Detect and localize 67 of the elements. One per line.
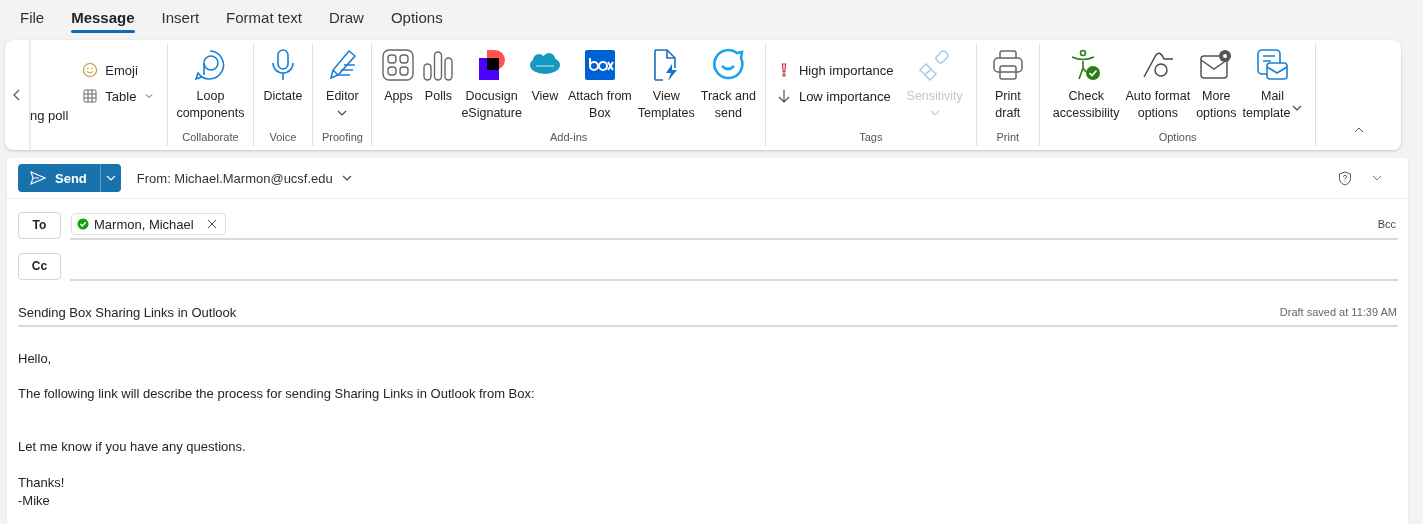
envelope-gear-icon	[1199, 48, 1234, 82]
cc-button[interactable]: Cc	[18, 252, 61, 280]
group-label: Add-ins	[549, 131, 589, 145]
ribbon-button[interactable]: Low importance	[773, 85, 896, 107]
body-text: Hello,	[18, 350, 53, 368]
caret-icon	[341, 175, 352, 181]
chevron-up-icon	[1353, 127, 1364, 133]
ribbon-tab[interactable]: Options	[378, 3, 455, 33]
apps-icon	[381, 48, 416, 82]
send-split-button[interactable]: Send	[18, 164, 121, 192]
to-button[interactable]: To	[18, 211, 61, 239]
ribbon-button[interactable]: View Templates	[634, 44, 698, 122]
ribbon-button[interactable]: Apps	[378, 44, 419, 105]
ribbon-button[interactable]: Attach from Box	[564, 44, 635, 122]
ribbon-button[interactable]: Check accessibility	[1049, 44, 1123, 122]
ribbon-button[interactable]: Docusign eSignature	[458, 44, 525, 122]
ribbon-button[interactable]: Track and send	[697, 44, 759, 122]
ribbon-button[interactable]: Mail template	[1239, 44, 1306, 122]
ribbon-tab[interactable]: File	[8, 3, 57, 33]
smiley-icon	[82, 62, 99, 78]
ribbon-tab[interactable]: Message	[59, 3, 147, 33]
ribbon-tab[interactable]: Insert	[149, 3, 212, 33]
bars-icon	[421, 48, 456, 82]
recipient-name: Marmon, Michael	[94, 216, 194, 232]
send-button[interactable]: Send	[18, 164, 100, 192]
brush-icon	[917, 48, 952, 82]
ribbon-button[interactable]: View	[524, 44, 565, 105]
ribbon-button[interactable]: More options	[1193, 44, 1240, 122]
printer-icon	[990, 48, 1025, 82]
group-label: Collaborate	[181, 131, 240, 145]
ribbon-button[interactable]: Dictate	[255, 44, 311, 105]
to-field[interactable]: Marmon, Michael Bcc	[70, 210, 1398, 240]
shield-help-icon[interactable]	[1338, 170, 1352, 186]
body-text: The following link will describe the process for sending Sharing Links in Outlook from Box:	[18, 385, 536, 404]
ribbon-button[interactable]: Auto format options	[1122, 44, 1194, 122]
ribbon-button-label[interactable]: ng poll	[30, 108, 69, 123]
body-text: Thanks!	[18, 473, 66, 492]
group-label: Proofing	[320, 131, 364, 145]
ribbon-button[interactable]: Print draft	[978, 44, 1037, 122]
ribbon-button[interactable]: Table	[80, 85, 156, 107]
group-label: Voice	[268, 131, 298, 145]
caret-icon[interactable]	[1372, 175, 1382, 181]
ribbon-button[interactable]: Loop components	[170, 44, 251, 122]
group-label: Print	[995, 131, 1021, 145]
table-icon	[82, 88, 99, 104]
box-logo-icon	[582, 48, 617, 82]
close-icon[interactable]	[206, 219, 217, 229]
body-text: Let me know if you have any questions.	[18, 438, 247, 457]
ribbon-button[interactable]: High importance	[773, 59, 896, 81]
subject-field[interactable]: Sending Box Sharing Links in Outlook Draft saved at 11:39 AM	[18, 299, 1398, 327]
ribbon-button[interactable]: Editor	[315, 44, 370, 116]
body-text: -Mike	[18, 491, 51, 510]
bcc-link[interactable]: Bcc	[1377, 218, 1396, 230]
chevron-left-icon	[13, 89, 21, 101]
subject-text: Sending Box Sharing Links in Outlook	[18, 304, 238, 320]
caret-icon	[105, 175, 116, 181]
draft-status: Draft saved at 11:39 AM	[1279, 306, 1397, 318]
send-icon	[30, 171, 46, 185]
ribbon-button[interactable]: Emoji	[80, 59, 156, 81]
group-label: Options	[1157, 131, 1198, 145]
group-label: Tags	[858, 131, 884, 145]
ribbon-tab[interactable]: Draw	[316, 3, 376, 33]
recipient-chip[interactable]: Marmon, Michael	[71, 213, 226, 235]
mail-template-icon	[1255, 48, 1290, 82]
from-dropdown[interactable]: From: Michael.Marmon@ucsf.edu	[136, 170, 352, 186]
ribbon-tab[interactable]: Format text	[214, 3, 314, 33]
ribbon-button[interactable]: Polls	[418, 44, 459, 105]
